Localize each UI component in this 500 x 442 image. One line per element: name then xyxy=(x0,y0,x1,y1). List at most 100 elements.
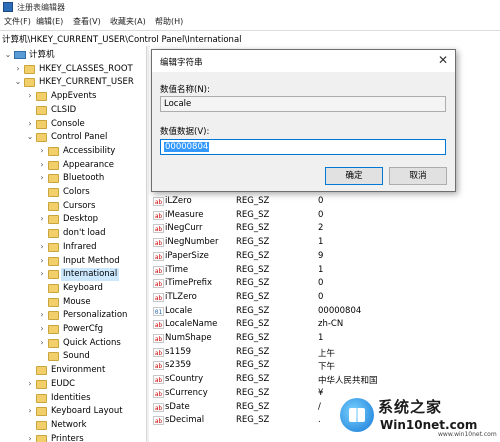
value-type: REG_SZ xyxy=(236,374,270,385)
tree-item-label: don't load xyxy=(63,228,106,239)
chevron-right-icon[interactable]: › xyxy=(38,242,46,251)
tree-item-label: Bluetooth xyxy=(63,173,105,184)
value-name: iMeasure xyxy=(165,209,204,220)
chevron-right-icon[interactable]: › xyxy=(26,434,34,442)
value-data: 中华人民共和国 xyxy=(318,376,378,387)
address-bar[interactable]: 计算机\HKEY_CURRENT_USER\Control Panel\Inte… xyxy=(0,30,500,47)
folder-icon xyxy=(48,352,59,362)
tree-item-label: Input Method xyxy=(63,255,120,266)
chevron-right-icon[interactable]: › xyxy=(38,146,46,155)
value-data: 1 xyxy=(318,237,324,248)
chevron-right-icon[interactable]: › xyxy=(38,269,46,278)
value-row[interactable]: ab LocaleName REG_SZ zh-CN xyxy=(150,318,500,332)
folder-icon xyxy=(24,64,35,74)
cancel-button[interactable]: 取消 xyxy=(389,167,447,185)
value-data: ¥ xyxy=(318,387,324,398)
folder-icon xyxy=(48,256,59,266)
value-data: 1 xyxy=(318,333,324,343)
folder-icon xyxy=(36,407,47,417)
folder-icon xyxy=(36,105,47,115)
menu-favorites[interactable]: 收藏夹(A) xyxy=(110,16,146,27)
value-data: 9 xyxy=(318,250,324,261)
tree-item-label: Sound xyxy=(63,351,90,362)
string-value-icon: ab xyxy=(153,388,164,398)
regedit-icon xyxy=(3,2,13,12)
value-data-input[interactable]: 00000804 xyxy=(160,139,446,155)
dialog-title-bar: 编辑字符串 ✕ xyxy=(152,50,455,72)
chevron-down-icon[interactable]: ⌄ xyxy=(26,132,34,141)
close-icon[interactable]: ✕ xyxy=(438,53,448,67)
value-data: 0 xyxy=(318,278,324,289)
value-row[interactable]: ab iMeasure REG_SZ 0 xyxy=(150,209,500,223)
pane-splitter[interactable] xyxy=(146,46,149,442)
value-row[interactable]: ab iNegCurr REG_SZ 2 xyxy=(150,222,500,236)
value-row[interactable]: ab iTLZero REG_SZ 0 xyxy=(150,291,500,305)
folder-icon xyxy=(36,379,47,389)
string-value-icon: ab xyxy=(153,334,164,343)
value-type: REG_SZ xyxy=(236,237,270,248)
chevron-right-icon[interactable]: › xyxy=(26,119,34,128)
value-row[interactable]: ab iLZero REG_SZ 0 xyxy=(150,195,500,209)
value-row[interactable]: ab s1159 REG_SZ 上午 xyxy=(150,346,500,360)
value-name-label: 数值名称(N): xyxy=(160,85,210,95)
chevron-right-icon[interactable]: › xyxy=(38,214,46,223)
watermark: 系统之家 Win10net.com www.win10net.com xyxy=(338,392,500,442)
tree-item-label: Desktop xyxy=(63,214,99,225)
chevron-right-icon[interactable]: › xyxy=(26,91,34,100)
chevron-right-icon[interactable]: › xyxy=(38,256,46,265)
chevron-right-icon[interactable]: › xyxy=(38,338,46,347)
chevron-right-icon[interactable]: › xyxy=(38,173,46,182)
folder-icon xyxy=(48,229,59,239)
value-row[interactable]: ab iNegNumber REG_SZ 1 xyxy=(150,236,500,250)
value-row[interactable]: ab s2359 REG_SZ 下午 xyxy=(150,359,500,373)
chevron-down-icon[interactable]: ⌄ xyxy=(14,77,22,86)
address-path[interactable]: 计算机\HKEY_CURRENT_USER\Control Panel\Inte… xyxy=(2,33,242,45)
value-data: 下午 xyxy=(318,362,336,373)
ok-button[interactable]: 确定 xyxy=(325,167,383,185)
chevron-right-icon[interactable]: › xyxy=(26,406,34,415)
tree-item-label: Identities xyxy=(51,392,91,403)
string-value-icon: ab xyxy=(153,197,164,206)
tree-item-label: Accessibility xyxy=(63,145,116,156)
value-type: REG_SZ xyxy=(236,291,270,302)
value-data: 0 xyxy=(318,209,324,220)
menu-help[interactable]: 帮助(H) xyxy=(155,16,183,27)
chevron-right-icon[interactable]: › xyxy=(38,160,46,169)
value-row[interactable]: ab iPaperSize REG_SZ 9 xyxy=(150,250,500,264)
value-type: REG_SZ xyxy=(236,209,270,220)
value-row[interactable]: ab iTime REG_SZ 1 xyxy=(150,264,500,278)
value-data-text[interactable]: 00000804 xyxy=(164,142,210,152)
menu-view[interactable]: 查看(V) xyxy=(73,16,101,27)
chevron-right-icon[interactable]: › xyxy=(26,379,34,388)
folder-icon xyxy=(48,215,59,225)
folder-icon xyxy=(48,146,59,156)
folder-icon xyxy=(36,434,47,442)
value-type: REG_SZ xyxy=(236,250,270,261)
folder-icon xyxy=(48,242,59,252)
value-name: sCountry xyxy=(165,374,204,385)
value-data: 0 xyxy=(318,291,324,302)
value-name: iTLZero xyxy=(165,291,197,302)
value-type: REG_SZ xyxy=(236,415,270,426)
chevron-right-icon[interactable]: › xyxy=(38,310,46,319)
menu-file[interactable]: 文件(F) xyxy=(4,16,31,27)
chevron-right-icon[interactable]: › xyxy=(38,324,46,333)
folder-icon xyxy=(36,119,47,129)
value-name: iPaperSize xyxy=(165,250,209,261)
string-value-icon: ab xyxy=(153,265,164,275)
menu-edit[interactable]: 编辑(E) xyxy=(36,16,63,27)
value-row[interactable]: ab iTimePrefix REG_SZ 0 xyxy=(150,277,500,291)
value-type: REG_SZ xyxy=(236,264,270,275)
folder-icon xyxy=(36,133,47,143)
value-data: 0 xyxy=(318,196,324,206)
chevron-down-icon[interactable]: ⌄ xyxy=(4,50,12,59)
value-type: REG_SZ xyxy=(236,360,270,371)
value-row[interactable]: ab sCountry REG_SZ 中华人民共和国 xyxy=(150,373,500,387)
title-bar: 注册表编辑器 xyxy=(0,0,500,14)
value-row[interactable]: 01 Locale REG_SZ 00000804 xyxy=(150,305,500,319)
chevron-right-icon[interactable]: › xyxy=(14,64,22,73)
dialog-title: 编辑字符串 xyxy=(160,58,203,68)
value-row[interactable]: ab NumShape REG_SZ 1 xyxy=(150,332,500,346)
watermark-url: www.win10net.com xyxy=(438,431,497,438)
value-data: zh-CN xyxy=(318,319,344,330)
